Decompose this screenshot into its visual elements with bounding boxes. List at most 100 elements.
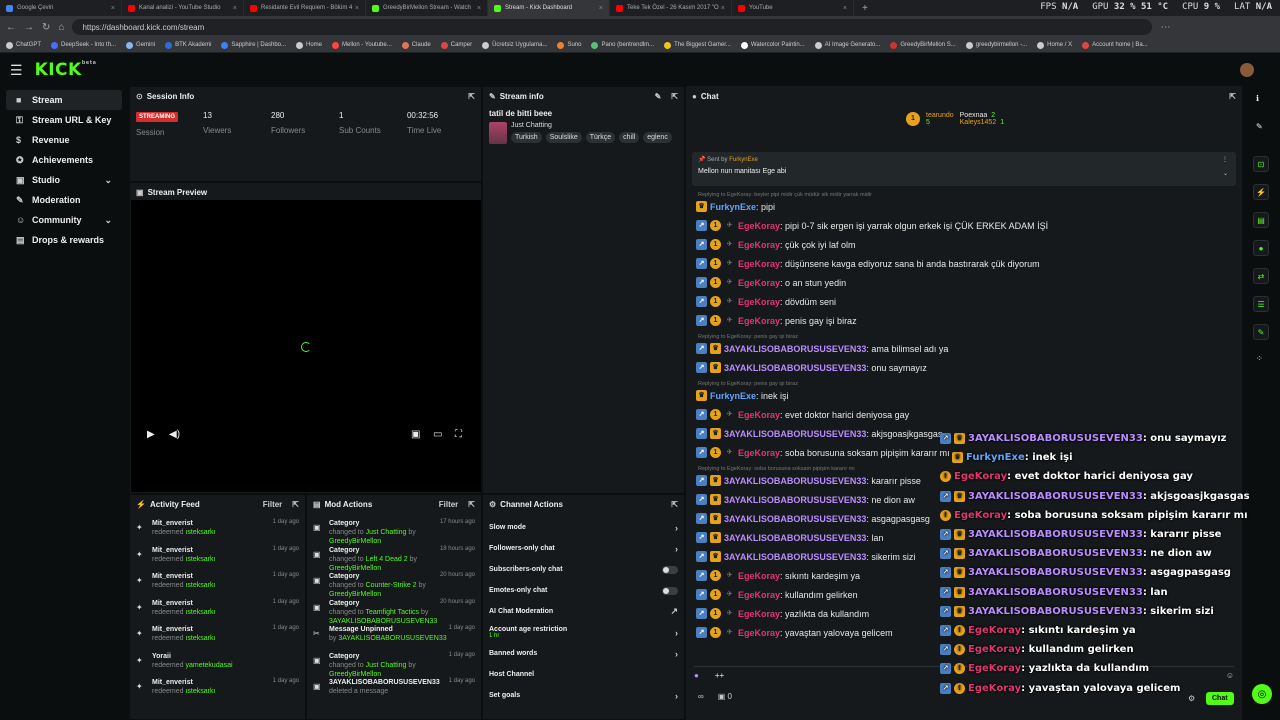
chat-message[interactable]: ↗ 1 ✈ EgeKoray: pipi 0-7 sik ergen işi yarr… xyxy=(696,220,1048,231)
chat-message[interactable]: ↗ ♛ 3AYAKLISOBABORUSUSEVEN33: sikerim sizi xyxy=(696,551,915,562)
bookmark-item[interactable]: BTK Akademi xyxy=(165,41,211,49)
tab-close-icon[interactable]: × xyxy=(721,5,725,12)
popout-icon[interactable]: ⇱ xyxy=(468,500,475,509)
activity-user[interactable]: Mit_enverist xyxy=(152,678,273,687)
chevron-right-icon[interactable]: › xyxy=(675,691,678,701)
info-circle-icon[interactable]: ℹ xyxy=(1256,94,1259,103)
chevron-down-icon[interactable]: ⌄ xyxy=(104,175,112,186)
activity-user[interactable]: Mit_enverist xyxy=(152,599,273,608)
chat-message[interactable]: ↗ ♛ 3AYAKLISOBABORUSUSEVEN33: akjsgoasjkga… xyxy=(696,428,942,439)
chevron-right-icon[interactable]: › xyxy=(675,628,678,638)
popout-icon[interactable]: ⇱ xyxy=(292,500,299,509)
sidebar-item-stream-url-key[interactable]: ⚿ Stream URL & Key xyxy=(6,110,122,130)
filter-button[interactable]: Filter xyxy=(263,500,283,509)
extensions-icon[interactable]: ⋯ xyxy=(1160,22,1170,33)
rail-apps-icon[interactable]: ⁘ xyxy=(1256,354,1263,363)
bookmark-item[interactable]: DeepSeek - Into th... xyxy=(51,41,116,49)
mod-action-user[interactable]: GreedyBirMellon xyxy=(329,591,381,598)
user-avatar[interactable] xyxy=(1240,63,1254,77)
rail-doc-icon[interactable]: ▤ xyxy=(1253,212,1269,228)
popout-icon[interactable]: ⇱ xyxy=(671,500,678,509)
activity-user[interactable]: Mit_enverist xyxy=(152,546,273,555)
chat-message[interactable]: ↗ 1 ✈ EgeKoray: çük çok iyi laf olm xyxy=(696,239,856,250)
chevron-right-icon[interactable]: › xyxy=(675,523,678,533)
chat-message[interactable]: ↗ ♛ 3AYAKLISOBABORUSUSEVEN33: ama bilimsel… xyxy=(696,343,948,354)
chat-username[interactable]: 3AYAKLISOBABORUSUSEVEN33 xyxy=(724,429,866,439)
chat-message[interactable]: ↗ 1 ✈ EgeKoray: penis gay işi biraz xyxy=(696,315,857,326)
popout-icon[interactable]: ⇱ xyxy=(671,92,678,101)
channel-action-set-goals[interactable]: Set goals › xyxy=(483,685,684,706)
forward-icon[interactable]: → xyxy=(24,22,34,33)
chat-message[interactable]: ↗ ♛ 3AYAKLISOBABORUSUSEVEN33: onu saymayız xyxy=(696,362,927,373)
chat-message[interactable]: ↗ 1 ✈ EgeKoray: evet doktor harici deniyosa… xyxy=(696,409,909,420)
bookmark-item[interactable]: Camper xyxy=(440,41,472,49)
chat-username[interactable]: 3AYAKLISOBABORUSUSEVEN33 xyxy=(724,476,866,486)
sidebar-item-studio[interactable]: ▣ Studio ⌄ xyxy=(6,170,122,190)
mod-action-user[interactable]: 3AYAKLISOBABORUSUSEVEN33 xyxy=(338,635,446,642)
chevron-right-icon[interactable]: › xyxy=(675,649,678,659)
channel-action-account-age-restriction[interactable]: Account age restriction 1 hr › xyxy=(483,622,684,643)
chat-message[interactable]: ↗ ♛ 3AYAKLISOBABORUSUSEVEN33: asgagpasgasg xyxy=(696,513,930,524)
channel-action-host-channel[interactable]: Host Channel xyxy=(483,664,684,685)
popout-icon[interactable]: ⇱ xyxy=(1229,92,1236,101)
chat-message[interactable]: ↗ 1 ✈ EgeKoray: soba borusuna soksam pipişi… xyxy=(696,447,950,458)
pinned-message[interactable]: 📌 Sent by FurkynExe Mellon nun manitası … xyxy=(692,152,1236,186)
bookmark-item[interactable]: Ücretsiz Uygulama... xyxy=(482,41,547,49)
chat-username[interactable]: EgeKoray xyxy=(738,316,780,326)
chevron-down-icon[interactable]: ⌄ xyxy=(104,215,112,226)
chat-settings-icon[interactable]: ⚙ xyxy=(1188,694,1195,703)
rail-wrench-icon[interactable]: ✎ xyxy=(1253,324,1269,340)
rail-link-icon[interactable]: ⇄ xyxy=(1253,268,1269,284)
channel-action-banned-words[interactable]: Banned words › xyxy=(483,643,684,664)
reload-icon[interactable]: ↻ xyxy=(42,22,50,33)
mod-action-user[interactable]: 3AYAKLISOBABORUSUSEVEN33 xyxy=(329,618,437,625)
channel-action-ai-chat-moderation[interactable]: AI Chat Moderation ↗ xyxy=(483,601,684,622)
chat-username[interactable]: EgeKoray xyxy=(738,448,780,458)
stream-tag[interactable]: chill xyxy=(619,132,640,143)
menu-icon[interactable]: ☰ xyxy=(10,62,23,79)
bookmark-item[interactable]: Suno xyxy=(557,41,581,49)
chat-message[interactable]: ↗ ♛ 3AYAKLISOBABORUSUSEVEN33: kararır piss… xyxy=(696,475,921,486)
external-link-icon[interactable]: ↗ xyxy=(670,606,678,617)
popout-icon[interactable]: ⇱ xyxy=(468,92,475,101)
browser-tab[interactable]: GreedyBirMellon Stream - Watch × xyxy=(366,0,488,16)
bookmark-item[interactable]: Mellon - Youtube... xyxy=(332,41,392,49)
sidebar-item-stream[interactable]: ■ Stream xyxy=(6,90,122,110)
bookmark-item[interactable]: AI Image Generato... xyxy=(814,41,880,49)
browser-tab[interactable]: Kanal analizi - YouTube Studio × xyxy=(122,0,244,16)
chat-username[interactable]: EgeKoray xyxy=(738,278,780,288)
toggle-switch[interactable] xyxy=(662,586,678,595)
infinity-icon[interactable]: ∞ xyxy=(698,692,704,701)
video-player[interactable]: ▶ ◀) ▣ ▭ ⛶ xyxy=(131,200,481,492)
channel-action-slow-mode[interactable]: Slow mode › xyxy=(483,517,684,538)
activity-user[interactable]: Mit_enverist xyxy=(152,625,273,634)
browser-tab[interactable]: Residante Evil Requiem - Bölüm 4 × xyxy=(244,0,366,16)
channel-action-subscribers-only-chat[interactable]: Subscribers-only chat xyxy=(483,559,684,580)
sidebar-item-revenue[interactable]: $ Revenue xyxy=(6,130,122,150)
send-chat-button[interactable]: Chat xyxy=(1206,692,1234,705)
chat-username[interactable]: 3AYAKLISOBABORUSUSEVEN33 xyxy=(724,552,866,562)
chat-message[interactable]: ↗ 1 ✈ EgeKoray: dövdüm seni xyxy=(696,296,836,307)
mod-action-user[interactable]: GreedyBirMellon xyxy=(329,671,381,678)
chat-message[interactable]: ↗ 1 ✈ EgeKoray: yazlıkta da kullandım xyxy=(696,608,869,619)
chat-message[interactable]: ↗ 1 ✈ EgeKoray: o an stun yedin xyxy=(696,277,846,288)
sidebar-item-drops-rewards[interactable]: ▤ Drops & rewards xyxy=(6,230,122,250)
more-icon[interactable]: ⋮ xyxy=(1222,156,1228,163)
chat-username[interactable]: EgeKoray xyxy=(738,571,780,581)
new-tab-button[interactable]: + xyxy=(854,3,876,14)
play-icon[interactable]: ▶ xyxy=(147,429,155,440)
volume-icon[interactable]: ◀) xyxy=(169,429,180,440)
channel-action-emotes-only-chat[interactable]: Emotes-only chat xyxy=(483,580,684,601)
support-icon[interactable]: ◎ xyxy=(1252,684,1272,704)
bookmark-item[interactable]: Pano (bentrendlm... xyxy=(591,41,654,49)
chat-username[interactable]: EgeKoray xyxy=(738,410,780,420)
bookmark-item[interactable]: GreedyBirMellon S... xyxy=(890,41,956,49)
home-icon[interactable]: ⌂ xyxy=(58,22,64,33)
tab-close-icon[interactable]: × xyxy=(477,5,481,12)
bookmark-item[interactable]: Claude xyxy=(401,41,431,49)
bookmark-item[interactable]: The Biggest Gamer... xyxy=(664,41,731,49)
browser-tab[interactable]: Teke Tek Özel - 26 Kasım 2017 "O × xyxy=(610,0,732,16)
browser-tab[interactable]: Google Çeviri × xyxy=(0,0,122,16)
edit-layout-icon[interactable]: ✎ xyxy=(1256,122,1263,131)
bookmark-item[interactable]: Sapphire | Dashbo... xyxy=(221,41,286,49)
